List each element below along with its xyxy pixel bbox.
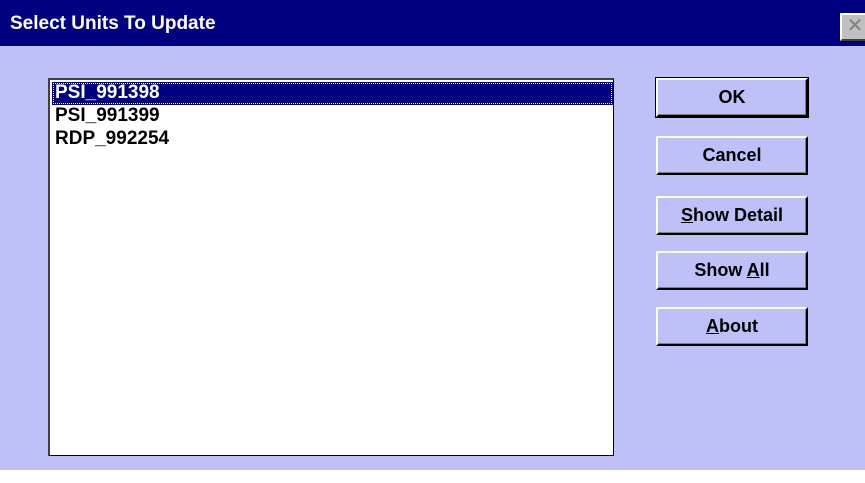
show-all-label-prefix: Show	[694, 260, 747, 280]
show-detail-accelerator: S	[680, 205, 693, 225]
about-accelerator: A	[706, 316, 719, 336]
desktop-edge	[0, 470, 865, 483]
about-label: bout	[719, 316, 758, 336]
list-item[interactable]: RDP_992254	[52, 128, 613, 151]
about-button[interactable]: About	[656, 307, 808, 346]
ok-button[interactable]: OK	[655, 77, 809, 118]
show-all-accelerator: A	[746, 260, 760, 280]
show-all-button[interactable]: Show All	[656, 251, 808, 290]
show-detail-label: how Detail	[693, 205, 784, 225]
show-detail-button[interactable]: Show Detail	[656, 196, 808, 235]
window-title: Select Units To Update	[10, 13, 216, 34]
close-icon[interactable]: ✕	[840, 13, 865, 41]
select-units-dialog: Select Units To Update ✕ PSI_991398 PSI_…	[0, 0, 865, 483]
title-bar[interactable]: Select Units To Update ✕	[0, 0, 865, 46]
units-listbox[interactable]: PSI_991398 PSI_991399 RDP_992254	[48, 78, 614, 456]
cancel-button[interactable]: Cancel	[656, 136, 808, 175]
list-item[interactable]: PSI_991399	[52, 105, 613, 128]
show-all-label: ll	[759, 260, 770, 280]
list-item[interactable]: PSI_991398	[52, 82, 613, 105]
